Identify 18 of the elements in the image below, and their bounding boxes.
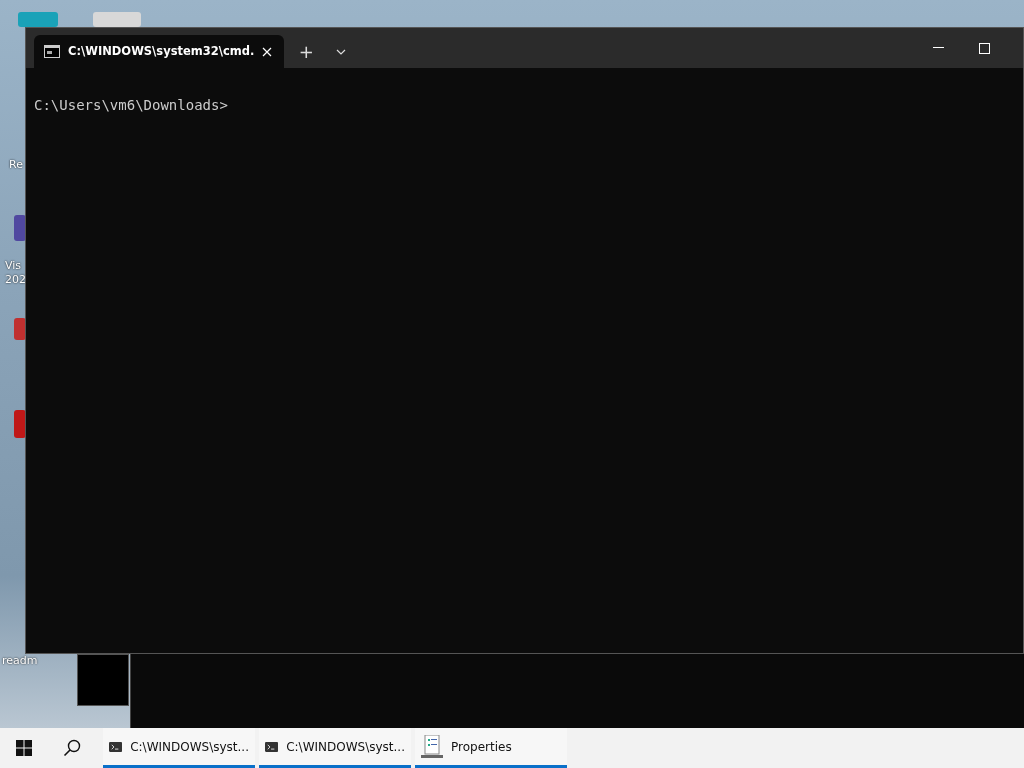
taskbar-item[interactable]: Properties <box>415 728 567 768</box>
taskbar-item[interactable]: C:\WINDOWS\syst... <box>259 728 411 768</box>
console-icon <box>44 45 60 58</box>
new-tab-button[interactable]: + <box>286 35 327 68</box>
desktop-icon-label: 202 <box>5 272 26 288</box>
maximize-icon[interactable] <box>978 42 990 54</box>
chevron-down-icon[interactable] <box>336 48 347 55</box>
document-icon <box>421 734 443 759</box>
tab[interactable]: C:\WINDOWS\system32\cmd. <box>34 35 285 68</box>
search-icon[interactable] <box>63 739 81 757</box>
taskbar-item[interactable]: C:\WINDOWS\syst... <box>103 728 255 768</box>
terminal-prompt: C:\Users\vm6\Downloads> <box>34 96 229 115</box>
close-icon[interactable] <box>262 46 273 57</box>
desktop-icon-label: readm <box>2 653 38 669</box>
minimize-icon[interactable] <box>932 47 944 49</box>
desktop-icon-label: Vis <box>5 258 22 274</box>
windows-logo-icon[interactable] <box>16 740 32 756</box>
desktop-icon-label: Re <box>9 157 23 173</box>
